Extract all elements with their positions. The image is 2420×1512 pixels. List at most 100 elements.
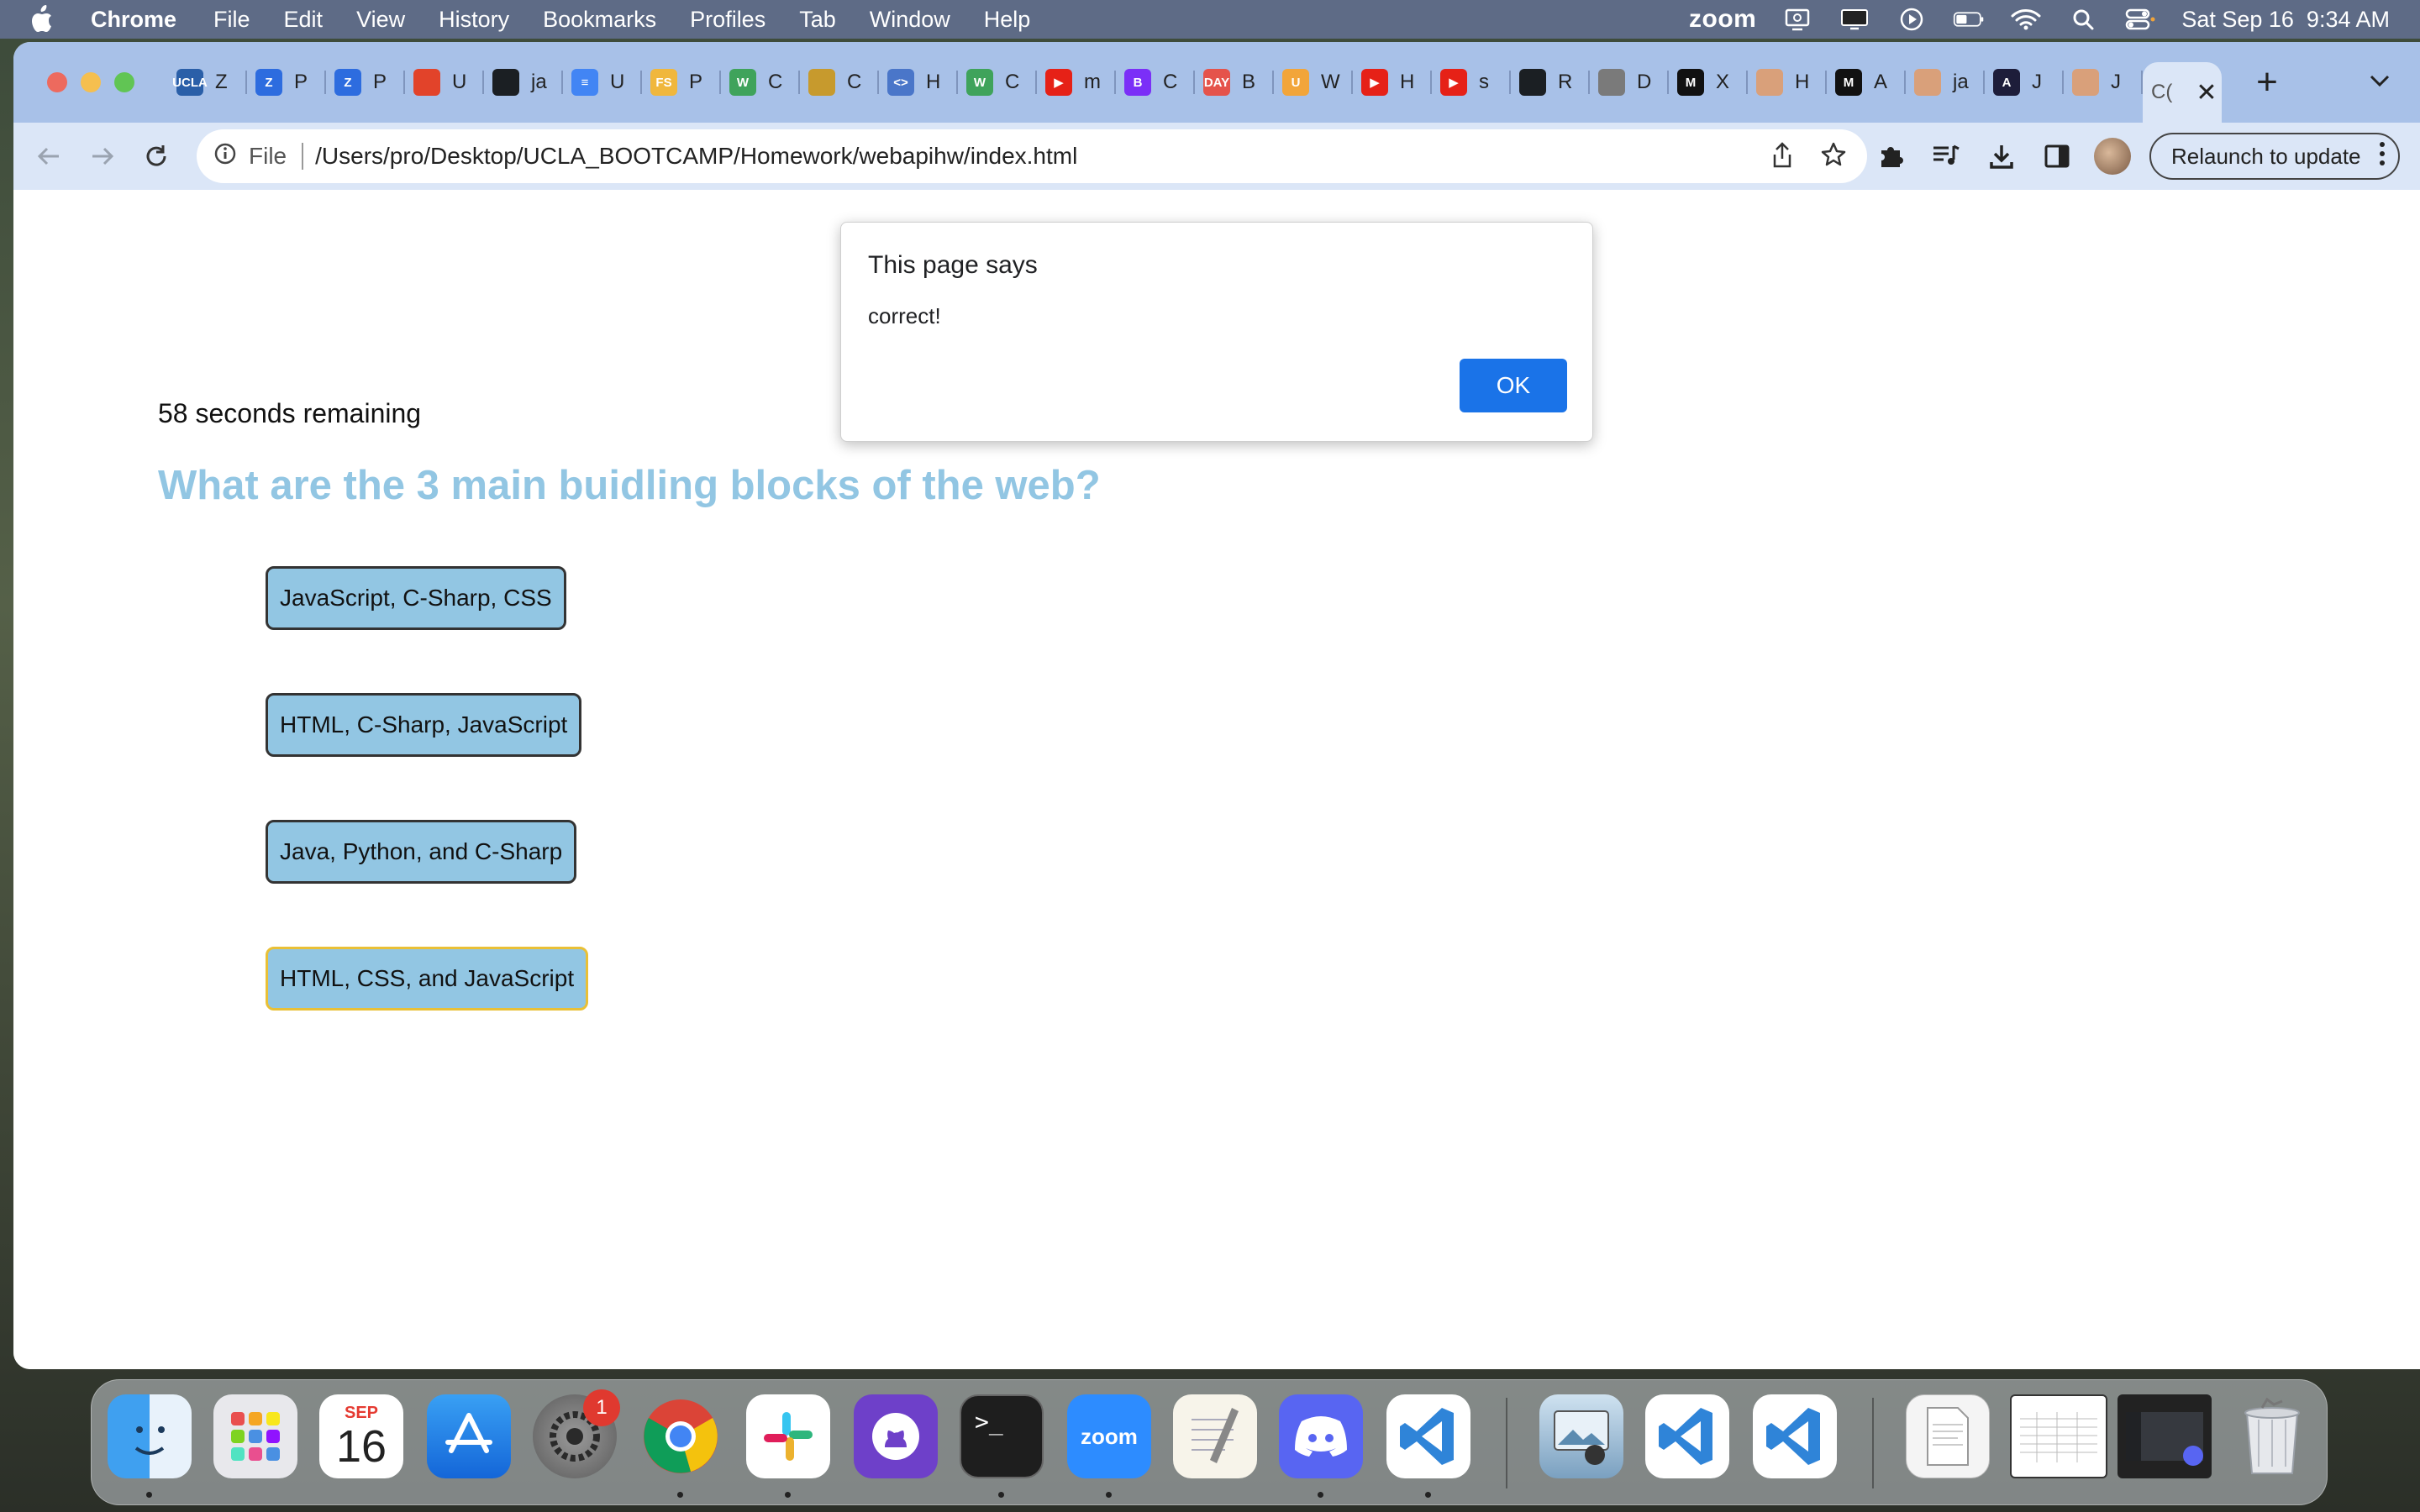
answer-button-3[interactable]: Java, Python, and C-Sharp bbox=[266, 820, 577, 884]
browser-tab[interactable]: WC bbox=[958, 57, 1037, 108]
side-panel-icon[interactable] bbox=[2039, 133, 2075, 180]
browser-tab[interactable]: ja bbox=[484, 57, 563, 108]
menu-history[interactable]: History bbox=[439, 7, 509, 33]
forward-button[interactable] bbox=[79, 133, 126, 180]
answer-button-4[interactable]: HTML, CSS, and JavaScript bbox=[266, 947, 589, 1011]
answer-button-2[interactable]: HTML, C-Sharp, JavaScript bbox=[266, 693, 582, 757]
dialog-ok-button[interactable]: OK bbox=[1460, 359, 1567, 412]
menu-bookmarks[interactable]: Bookmarks bbox=[543, 7, 656, 33]
browser-tab[interactable]: ▶ s bbox=[1432, 57, 1511, 108]
browser-tab[interactable]: ZP bbox=[247, 57, 326, 108]
launchpad-dock-icon[interactable] bbox=[213, 1394, 297, 1478]
profile-avatar[interactable] bbox=[2094, 138, 2131, 175]
zoom-status-item[interactable]: zoom bbox=[1689, 5, 1756, 34]
browser-tab[interactable]: AJ bbox=[1985, 57, 2064, 108]
menu-help[interactable]: Help bbox=[984, 7, 1031, 33]
apple-menu-icon[interactable] bbox=[29, 5, 54, 34]
browser-tab[interactable]: J bbox=[2064, 57, 2143, 108]
url-text[interactable]: /Users/pro/Desktop/UCLA_BOOTCAMP/Homewor… bbox=[315, 143, 1077, 170]
vscode-window-dock-icon-1[interactable] bbox=[1645, 1394, 1729, 1478]
maximize-window-button[interactable] bbox=[114, 72, 134, 92]
browser-tab[interactable]: ja bbox=[1906, 57, 1985, 108]
screen-share-icon[interactable] bbox=[1781, 8, 1813, 31]
browser-tab[interactable]: MX bbox=[1669, 57, 1748, 108]
browser-tab[interactable]: H bbox=[1748, 57, 1827, 108]
browser-tab[interactable]: BC bbox=[1116, 57, 1195, 108]
browser-tab[interactable]: ZP bbox=[326, 57, 405, 108]
discord-window-dock-icon[interactable] bbox=[2118, 1394, 2212, 1478]
answer-button-1[interactable]: JavaScript, C-Sharp, CSS bbox=[266, 566, 566, 630]
terminal-dock-icon[interactable]: >_ bbox=[960, 1394, 1044, 1478]
chrome-dock-icon[interactable] bbox=[639, 1394, 723, 1478]
browser-tab[interactable]: C bbox=[800, 57, 879, 108]
browser-tab[interactable]: ▶ H bbox=[1353, 57, 1432, 108]
menu-tab[interactable]: Tab bbox=[799, 7, 836, 33]
discord-dock-icon[interactable] bbox=[1279, 1394, 1363, 1478]
wifi-icon[interactable] bbox=[2010, 8, 2042, 31]
extensions-puzzle-icon[interactable] bbox=[1872, 133, 1909, 180]
display-icon[interactable] bbox=[1839, 8, 1870, 31]
js-file-dock-icon[interactable] bbox=[1906, 1394, 1990, 1478]
tab-favicon-icon: ▶ bbox=[1361, 69, 1388, 96]
back-button[interactable] bbox=[25, 133, 72, 180]
browser-tab[interactable]: MA bbox=[1827, 57, 1906, 108]
tab-search-chevron-icon[interactable] bbox=[2365, 66, 2395, 96]
browser-tab[interactable]: ≡ U bbox=[563, 57, 642, 108]
control-center-icon[interactable] bbox=[2124, 8, 2156, 31]
downloads-icon[interactable] bbox=[1983, 133, 2020, 180]
tab-title: ja bbox=[531, 71, 547, 93]
menu-view[interactable]: View bbox=[356, 7, 405, 33]
browser-tab[interactable]: FS P bbox=[642, 57, 721, 108]
slack-dock-icon[interactable] bbox=[746, 1394, 830, 1478]
menu-app-name[interactable]: Chrome bbox=[91, 7, 176, 33]
vscode-dock-icon[interactable] bbox=[1386, 1394, 1470, 1478]
tab-title: C bbox=[847, 71, 862, 93]
site-info-icon[interactable] bbox=[213, 142, 237, 171]
browser-tab[interactable]: DAY B bbox=[1195, 57, 1274, 108]
preview-dock-icon[interactable] bbox=[1539, 1394, 1623, 1478]
tab-active[interactable]: C( ✕ bbox=[2143, 62, 2222, 123]
browser-tab[interactable]: ▶ m bbox=[1037, 57, 1116, 108]
github-desktop-dock-icon[interactable] bbox=[854, 1394, 938, 1478]
spotlight-search-icon[interactable] bbox=[2067, 8, 2099, 31]
browser-tab[interactable]: R bbox=[1511, 57, 1590, 108]
minimize-window-button[interactable] bbox=[81, 72, 101, 92]
menu-file[interactable]: File bbox=[213, 7, 250, 33]
relaunch-update-button[interactable]: Relaunch to update bbox=[2149, 133, 2400, 180]
spreadsheet-window-dock-icon[interactable] bbox=[2010, 1394, 2107, 1478]
menu-edit[interactable]: Edit bbox=[284, 7, 324, 33]
browser-tab[interactable]: UCLA Z bbox=[168, 57, 247, 108]
menu-bar-clock[interactable]: Sat Sep 16 9:34 AM bbox=[2181, 7, 2390, 33]
vscode-window-dock-icon-2[interactable] bbox=[1753, 1394, 1837, 1478]
battery-icon[interactable] bbox=[1953, 8, 1985, 31]
reload-button[interactable] bbox=[133, 133, 180, 180]
tab-title: C bbox=[1005, 71, 1020, 93]
tab-favicon-icon bbox=[1756, 69, 1783, 96]
app-store-dock-icon[interactable] bbox=[427, 1394, 511, 1478]
finder-dock-icon[interactable] bbox=[108, 1394, 192, 1478]
browser-tab[interactable]: UW bbox=[1274, 57, 1353, 108]
address-bar[interactable]: File /Users/pro/Desktop/UCLA_BOOTCAMP/Ho… bbox=[197, 129, 1867, 183]
calendar-dock-icon[interactable]: SEP 16 bbox=[319, 1394, 403, 1478]
browser-tab[interactable]: WC bbox=[721, 57, 800, 108]
browser-tab[interactable]: U bbox=[405, 57, 484, 108]
tab-title: X bbox=[1716, 71, 1730, 93]
share-icon[interactable] bbox=[1770, 141, 1795, 176]
window-controls bbox=[47, 72, 134, 92]
trash-dock-icon[interactable] bbox=[2230, 1394, 2314, 1478]
new-tab-button[interactable]: + bbox=[2242, 57, 2292, 108]
more-menu-icon[interactable] bbox=[2378, 140, 2386, 173]
menu-profiles[interactable]: Profiles bbox=[690, 7, 765, 33]
zoom-dock-icon[interactable]: zoom bbox=[1067, 1394, 1151, 1478]
play-circle-icon[interactable] bbox=[1896, 8, 1928, 31]
textedit-dock-icon[interactable] bbox=[1173, 1394, 1257, 1478]
tab-favicon-icon bbox=[1598, 69, 1625, 96]
close-window-button[interactable] bbox=[47, 72, 67, 92]
system-settings-dock-icon[interactable]: 1 bbox=[533, 1389, 620, 1478]
browser-tab[interactable]: D bbox=[1590, 57, 1669, 108]
close-tab-icon[interactable]: ✕ bbox=[2196, 78, 2217, 108]
menu-window[interactable]: Window bbox=[870, 7, 950, 33]
media-queue-icon[interactable] bbox=[1928, 133, 1965, 180]
bookmark-star-icon[interactable] bbox=[1820, 141, 1847, 176]
browser-tab[interactable]: <> H bbox=[879, 57, 958, 108]
